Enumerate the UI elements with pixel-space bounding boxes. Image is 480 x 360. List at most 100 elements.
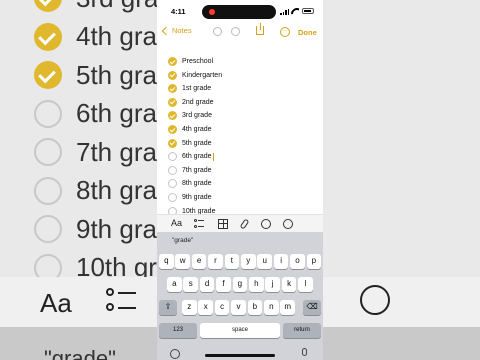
key-x[interactable]: x [198,300,213,315]
key-b[interactable]: b [247,300,263,315]
key-y[interactable]: y [241,254,256,269]
empty-circle-icon [34,215,62,243]
checklist-item[interactable]: 2nd grade [168,96,214,109]
space-key[interactable]: space [200,323,280,338]
checked-circle-icon[interactable] [168,111,177,121]
background-suggestion-text: "grade" [44,346,116,360]
empty-circle-icon[interactable] [168,152,177,162]
battery-icon [302,8,314,14]
home-indicator [205,354,275,357]
checklist-item-label: 3rd grade [182,112,212,120]
key-f[interactable]: f [216,277,231,292]
numbers-key[interactable]: 123 [159,323,197,338]
checklist-item-label: 4th grade [182,126,212,133]
recording-icon [209,9,215,15]
checklist-item[interactable]: 6th grade [168,150,214,163]
key-q[interactable]: q [159,254,174,269]
format-toolbar: Aa [157,214,323,232]
empty-circle-icon[interactable] [168,206,177,214]
table-icon[interactable] [218,219,228,229]
background-aa-label: Aa [40,288,72,318]
attachment-icon[interactable] [239,218,250,230]
markup-icon[interactable] [261,219,271,229]
key-i[interactable]: i [273,254,289,269]
redo-icon[interactable] [231,27,240,36]
back-button[interactable]: Notes [160,26,192,35]
back-label: Notes [172,26,192,35]
key-s[interactable]: s [183,277,198,292]
checklist-item[interactable]: 1st grade [168,82,211,95]
dynamic-island [202,5,276,19]
checklist-item[interactable]: 5th grade [168,137,212,150]
backspace-key[interactable]: ⌫ [303,300,321,315]
key-e[interactable]: e [191,254,207,269]
key-o[interactable]: o [290,254,305,269]
note-body[interactable]: Preschool Kindergarten 1st grade 2nd grade 3… [157,52,323,214]
checklist-item[interactable]: 8th grade [168,177,212,190]
emoji-icon[interactable] [170,349,180,359]
microphone-icon[interactable] [302,348,307,356]
key-h[interactable]: h [249,277,264,292]
checklist-item-label: 5th grade [182,139,212,147]
share-icon[interactable] [256,23,264,35]
empty-circle-icon[interactable] [168,179,177,189]
chevron-left-icon [161,26,171,35]
key-l[interactable]: l [298,277,313,292]
more-icon[interactable]: ··· [280,27,290,37]
checklist-item[interactable]: 10th grade [168,205,215,214]
checklist-item[interactable]: Kindergarten [168,69,222,82]
key-p[interactable]: p [306,254,322,269]
suggestion-word[interactable]: "grade" [172,237,193,244]
status-bar: 4:11 [157,0,323,22]
checklist-item-label: Preschool [182,58,214,65]
checklist-item[interactable]: 3rd grade [168,109,212,122]
checklist-icon[interactable] [194,219,204,229]
empty-circle-icon[interactable] [168,193,177,202]
checked-circle-icon[interactable] [168,70,177,80]
status-time: 4:11 [171,7,186,16]
done-button[interactable]: Done [298,28,317,37]
checklist-item[interactable]: 4th grade [168,123,212,136]
checklist-item[interactable]: Preschool [168,55,213,68]
key-t[interactable]: t [224,254,240,269]
checked-circle-icon[interactable] [168,57,177,66]
checklist-item[interactable]: 9th grade [168,191,212,204]
key-g[interactable]: g [232,277,248,292]
checklist-item-label: 6th grade [182,153,212,161]
key-z[interactable]: z [182,300,197,315]
background-checklist-icon [106,286,136,316]
key-k[interactable]: k [281,277,297,292]
checked-circle-icon[interactable] [168,97,177,107]
key-w[interactable]: w [175,254,190,269]
empty-circle-icon[interactable] [168,165,177,175]
key-a[interactable]: a [167,277,182,292]
checklist-item-label: Kindergarten [182,71,223,79]
key-v[interactable]: v [231,300,246,315]
checked-circle-icon [34,22,62,51]
empty-circle-icon [34,138,62,166]
checked-circle-icon [34,0,62,12]
undo-icon[interactable] [213,27,222,36]
draw-icon[interactable] [283,219,293,229]
text-cursor [212,152,214,161]
key-r[interactable]: r [208,254,223,269]
return-key[interactable]: return [283,323,321,338]
checked-circle-icon[interactable] [168,125,177,134]
checklist-item-label: 2nd grade [182,98,214,106]
checklist-item[interactable]: 7th grade [168,164,212,177]
key-j[interactable]: j [265,277,280,292]
key-c[interactable]: c [214,300,230,315]
wifi-icon [291,8,299,15]
checked-circle-icon[interactable] [168,84,177,94]
checklist-item-label: 9th grade [182,194,212,201]
shift-key[interactable]: ⇧ [159,300,177,315]
empty-circle-icon [34,99,62,128]
key-n[interactable]: n [264,300,279,315]
format-text-button[interactable]: Aa [171,218,182,228]
key-m[interactable]: m [280,300,295,315]
key-d[interactable]: d [199,277,215,292]
key-u[interactable]: u [257,254,272,269]
checked-circle-icon[interactable] [168,138,177,148]
checked-circle-icon [34,61,62,89]
checklist-item-label: 8th grade [182,180,212,188]
